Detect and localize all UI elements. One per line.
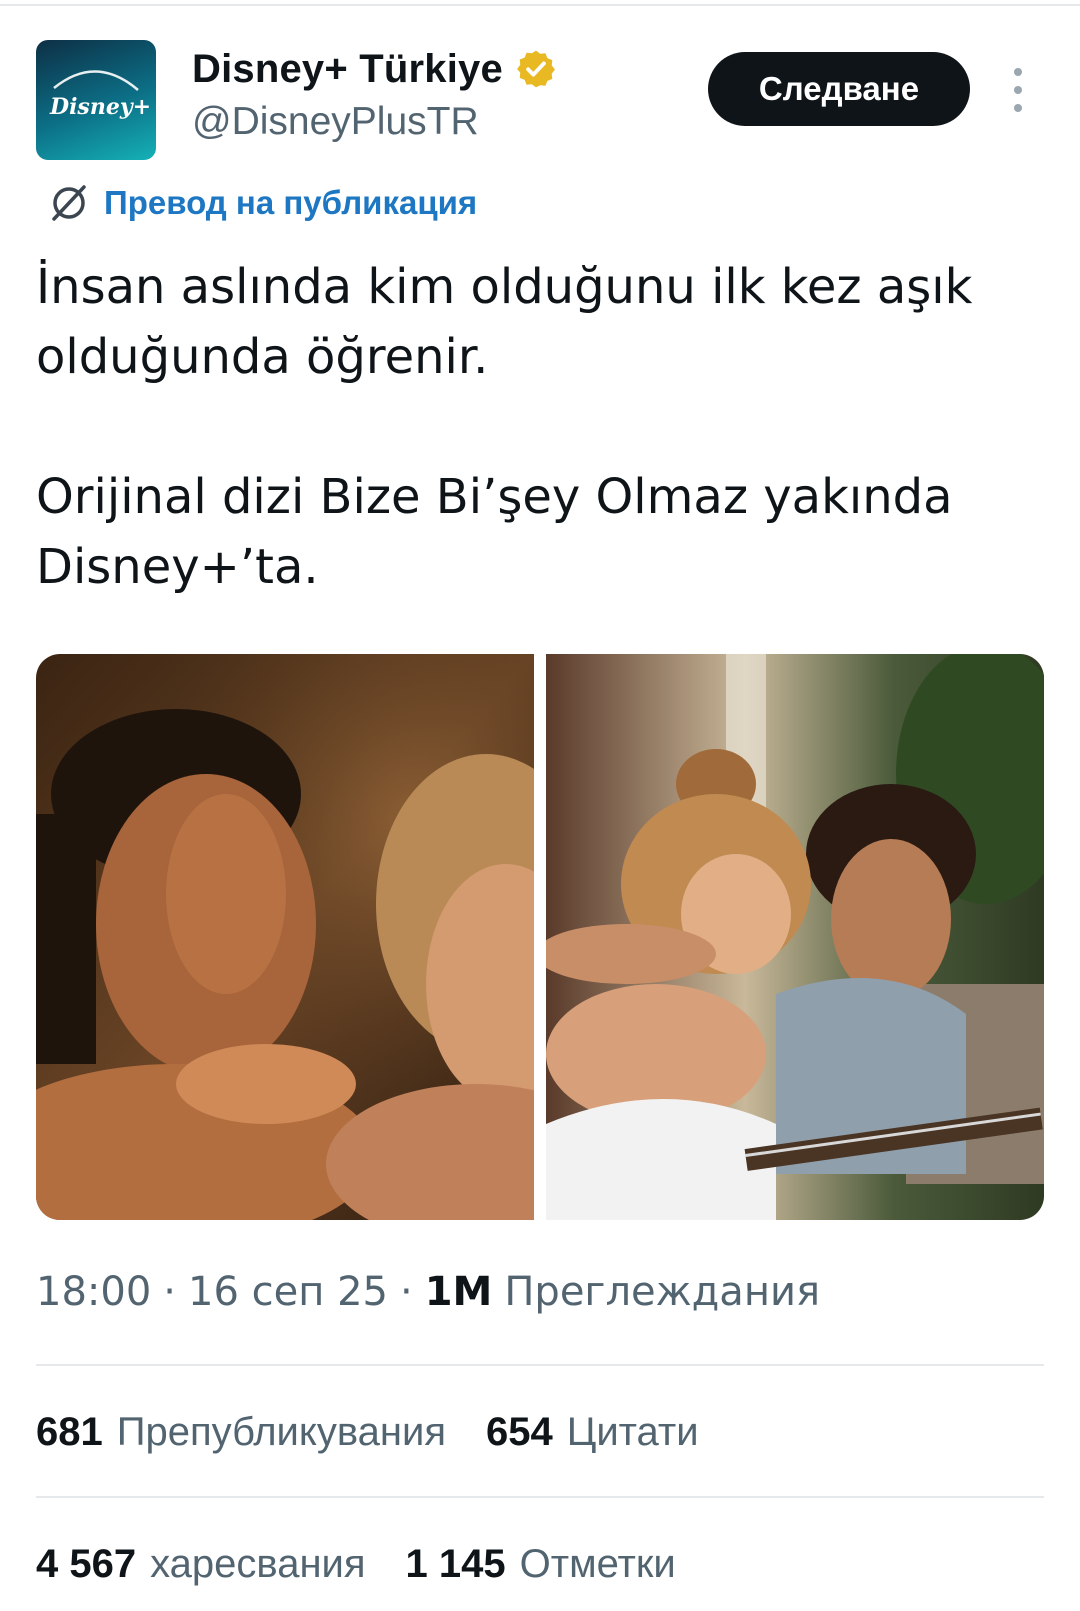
tweet-meta: 18:00 · 16 сеп 25 · 1M Преглеждания [36,1264,820,1320]
disney-plus-logo: Disney+ [49,70,151,120]
likes-label: харесвания [150,1541,366,1586]
likes-stat[interactable]: 4 567 харесвания [36,1542,366,1587]
views-label: Преглеждания [504,1269,821,1315]
meta-separator: · [399,1269,413,1315]
stats-row-2: 4 567 харесвания 1 145 Отметки [36,1536,716,1592]
tweet-paragraph-1: İnsan aslında kim olduğunu ilk kez aşık … [36,259,973,385]
tweet-paragraph-2: Orijinal dizi Bize Bi’şey Olmaz yakında … [36,469,953,595]
top-divider [0,4,1080,6]
avatar[interactable]: Disney+ [36,40,156,160]
tweet-text: İnsan aslında kim olduğunu ilk kez aşık … [36,252,1046,602]
media-grid [36,654,1044,1220]
bookmarks-label: Отметки [519,1541,676,1586]
verified-badge-icon [517,50,555,88]
reposts-stat[interactable]: 681 Препубликувания [36,1410,446,1455]
quotes-count: 654 [486,1409,553,1454]
logo-wordmark: Disney+ [49,94,151,120]
quotes-stat[interactable]: 654 Цитати [486,1410,699,1455]
photo-couple-guitar[interactable] [546,654,1044,1220]
photo-couple-leaning[interactable] [36,654,534,1220]
follow-button[interactable]: Следване [708,52,970,126]
reposts-count: 681 [36,1409,103,1454]
meta-separator: · [163,1269,176,1315]
handle[interactable]: @DisneyPlusTR [192,100,479,144]
bookmarks-stat[interactable]: 1 145 Отметки [406,1542,676,1587]
views-count: 1M [424,1269,493,1315]
likes-count: 4 567 [36,1541,137,1586]
bookmarks-count: 1 145 [405,1541,506,1586]
name-row: Disney+ Türkiye [192,42,557,96]
reposts-label: Препубликувания [116,1409,446,1454]
translate-label: Превод на публикация [104,184,478,221]
divider [36,1496,1044,1498]
quotes-label: Цитати [566,1409,699,1454]
translate-globe-icon [52,185,86,221]
translate-link[interactable]: Превод на публикация [48,178,477,228]
stats-row-1: 681 Препубликувания 654 Цитати [36,1404,739,1460]
more-options-icon[interactable] [1008,68,1028,112]
display-name[interactable]: Disney+ Türkiye [192,47,503,92]
tweet-time[interactable]: 18:00 [36,1269,151,1315]
tweet-date[interactable]: 16 сеп 25 [188,1269,388,1315]
divider [36,1364,1044,1366]
